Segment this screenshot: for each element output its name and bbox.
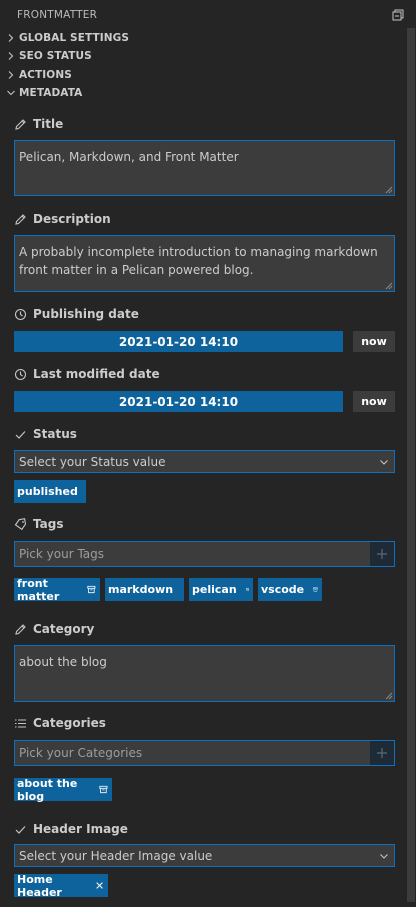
archive-icon[interactable] (245, 584, 249, 595)
plus-icon (377, 748, 387, 758)
categories-picker-input[interactable]: Pick your Categories (14, 740, 395, 766)
status-label: Status (14, 426, 77, 442)
header-image-label: Header Image (14, 821, 128, 837)
description-input[interactable]: A probably incomplete introduction to ma… (14, 235, 395, 292)
category-label: Category (14, 621, 94, 637)
tag-chip[interactable]: vscode (258, 578, 322, 601)
description-label: Description (14, 211, 111, 227)
tag-icon (14, 517, 27, 530)
check-icon (15, 825, 26, 834)
last-modified-date-input[interactable]: 2021-01-20 14:10 (14, 391, 343, 412)
chevron-right-icon (8, 71, 14, 79)
archive-icon[interactable] (99, 784, 108, 795)
tags-picker-input[interactable]: Pick your Tags (14, 541, 395, 567)
last-modified-date-label: Last modified date (14, 366, 160, 382)
title-input[interactable]: Pelican, Markdown, and Front Matter (14, 140, 395, 196)
section-global-settings[interactable]: GLOBAL SETTINGS (6, 30, 129, 46)
collapse-all-icon[interactable] (392, 9, 404, 21)
publishing-date-label: Publishing date (14, 306, 139, 322)
tags-label: Tags (14, 516, 63, 532)
title-label: Title (14, 116, 63, 132)
pencil-icon (15, 213, 26, 225)
section-label: GLOBAL SETTINGS (19, 32, 130, 44)
category-input[interactable]: about the blog (14, 645, 395, 702)
last-modified-date-now-button[interactable]: now (353, 391, 395, 412)
status-select[interactable]: Select your Status value (14, 450, 395, 473)
section-label: SEO STATUS (19, 50, 92, 62)
pencil-icon (15, 118, 26, 130)
resize-handle-icon[interactable] (385, 186, 393, 194)
check-icon (15, 430, 26, 439)
pencil-icon (15, 623, 26, 635)
tag-chip[interactable]: markdown (105, 578, 184, 601)
plus-icon (377, 549, 387, 559)
frontmatter-panel: FRONTMATTER GLOBAL SETTINGS SEO STATUS A… (0, 0, 406, 907)
chevron-down-icon (7, 90, 15, 96)
section-seo-status[interactable]: SEO STATUS (6, 48, 92, 64)
clock-icon (14, 308, 27, 320)
section-label: METADATA (19, 87, 83, 99)
clock-icon (14, 368, 27, 380)
section-metadata[interactable]: METADATA (6, 85, 82, 101)
scrollbar-thumb[interactable] (407, 28, 415, 902)
close-icon[interactable] (95, 880, 104, 891)
chevron-right-icon (8, 52, 14, 60)
chevron-down-icon (380, 854, 388, 859)
chevron-right-icon (8, 34, 14, 42)
header-image-chip[interactable]: Home Header (14, 873, 108, 899)
archive-icon[interactable] (313, 584, 318, 595)
archive-icon[interactable] (87, 584, 96, 595)
header-image-select[interactable]: Select your Header Image value (14, 844, 395, 867)
panel-title: FRONTMATTER (17, 9, 98, 21)
list-icon (15, 718, 26, 728)
add-tag-button[interactable] (370, 542, 394, 566)
publishing-date-input[interactable]: 2021-01-20 14:10 (14, 331, 343, 352)
resize-handle-icon[interactable] (385, 692, 393, 700)
chevron-down-icon (380, 460, 388, 465)
tag-chip[interactable]: front matter (14, 577, 100, 603)
status-chip[interactable]: published (14, 480, 86, 503)
panel-header: FRONTMATTER (0, 0, 406, 30)
resize-handle-icon[interactable] (385, 282, 393, 290)
publishing-date-now-button[interactable]: now (353, 331, 395, 352)
section-label: ACTIONS (19, 69, 72, 81)
category-chip[interactable]: about the blog (14, 777, 112, 803)
categories-label: Categories (14, 715, 106, 731)
tag-chip[interactable]: pelican (189, 578, 253, 601)
add-category-button[interactable] (370, 741, 394, 765)
section-actions[interactable]: ACTIONS (6, 67, 72, 83)
